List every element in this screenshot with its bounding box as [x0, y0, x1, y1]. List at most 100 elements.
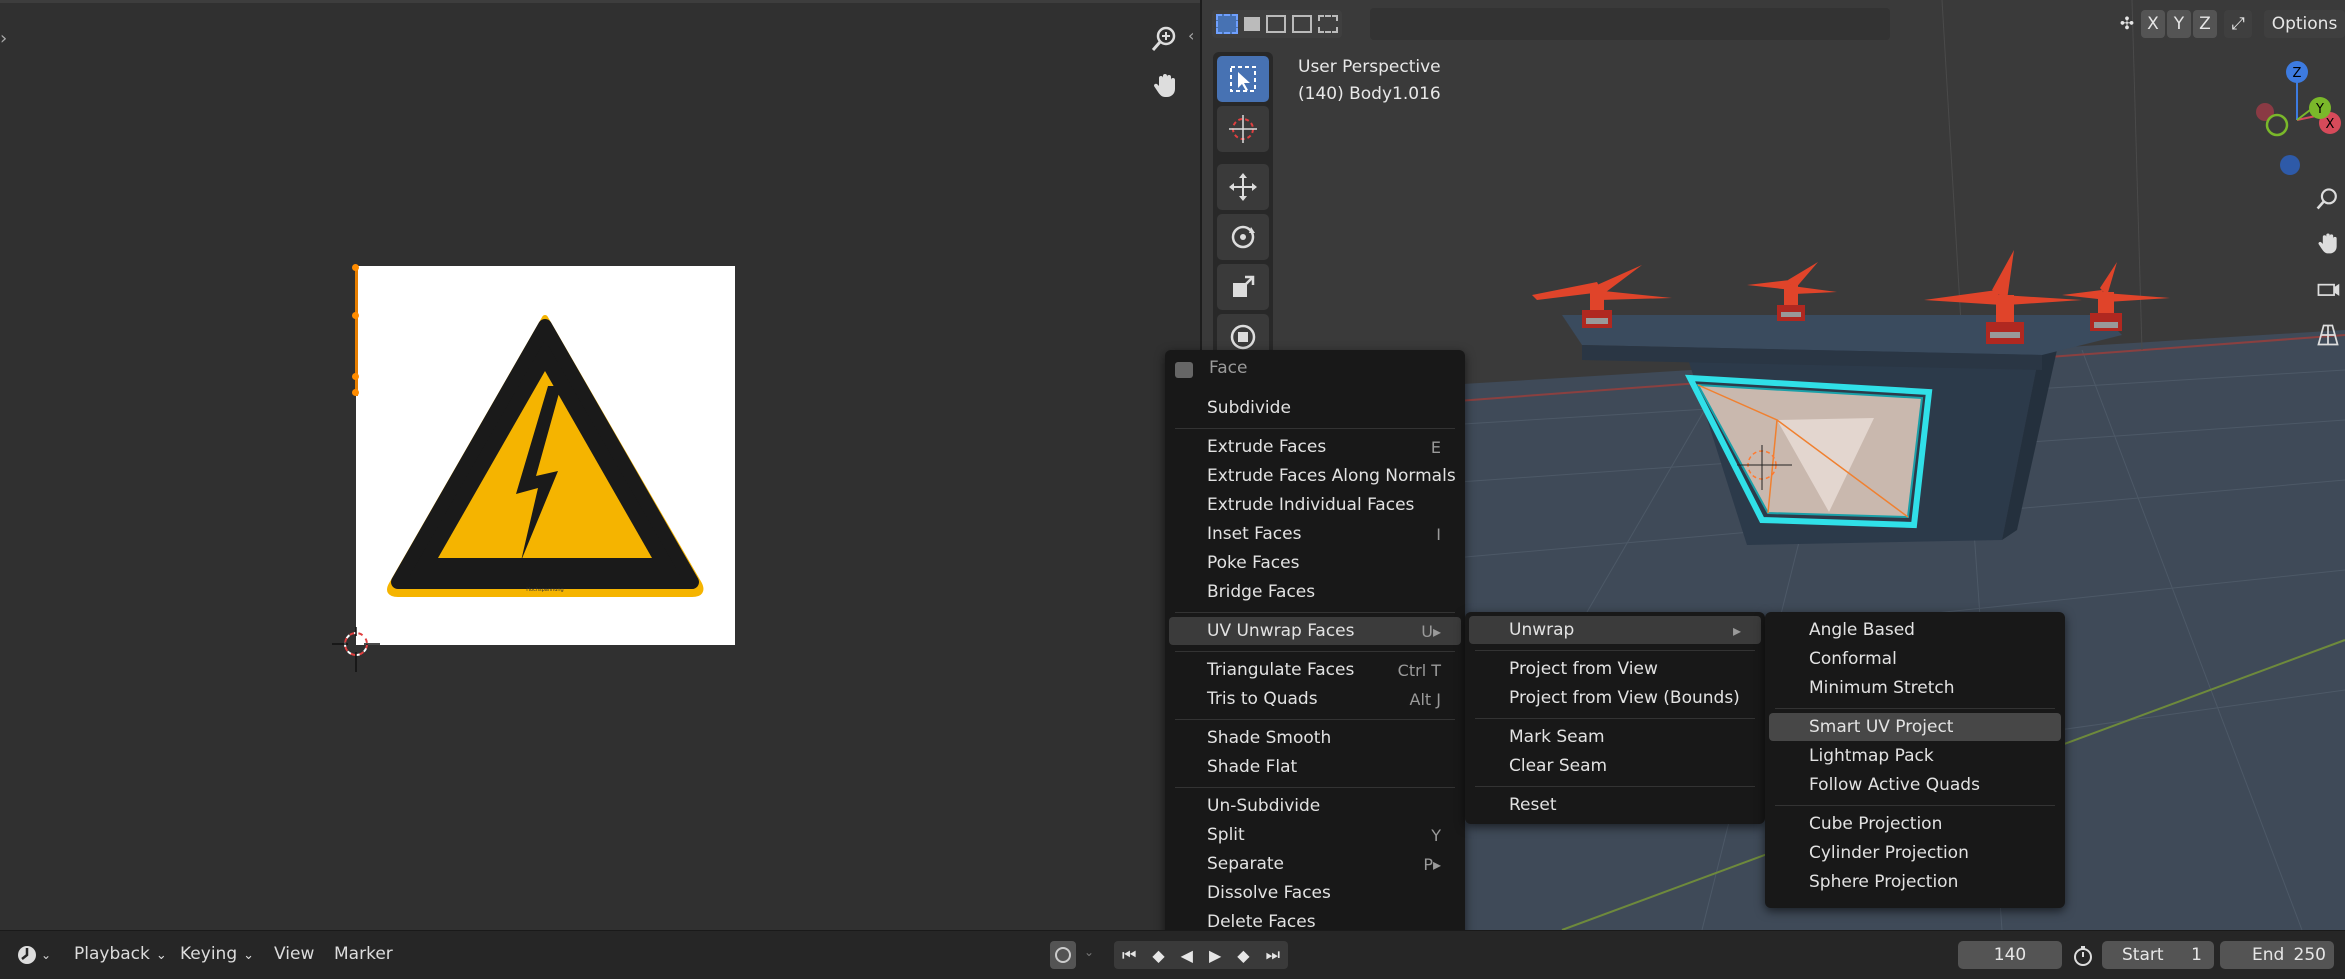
menu-item-reset[interactable]: Reset: [1469, 791, 1761, 819]
select-subtract-icon[interactable]: [1266, 15, 1286, 33]
menu-item-cylinder-projection[interactable]: Cylinder Projection: [1769, 839, 2061, 867]
perspective-label: User Perspective: [1298, 57, 1441, 77]
play-reverse-icon[interactable]: ◀: [1181, 946, 1193, 965]
prev-keyframe-icon[interactable]: ◆: [1152, 946, 1164, 965]
cursor-tool[interactable]: [1217, 106, 1269, 152]
item-label: Shade Flat: [1207, 757, 1298, 777]
pan-hand-icon[interactable]: [1144, 64, 1186, 106]
select-mode-group[interactable]: [1212, 10, 1342, 38]
uv-editor[interactable]: › ‹ Hochspannung: [0, 0, 1200, 930]
menu-item-cube-projection[interactable]: Cube Projection: [1769, 810, 2061, 838]
select-box-icon[interactable]: [1216, 14, 1238, 34]
menu-item-separate[interactable]: Separate P▸: [1169, 850, 1461, 878]
next-keyframe-icon[interactable]: ◆: [1237, 946, 1249, 965]
select-extend-icon[interactable]: [1244, 17, 1260, 31]
marker-menu[interactable]: Marker: [334, 944, 393, 964]
separator: [1475, 718, 1755, 719]
mirror-z-toggle[interactable]: Z: [2193, 10, 2217, 38]
gizmo-z-label: Z: [2293, 66, 2302, 81]
item-label: Bridge Faces: [1207, 582, 1316, 602]
gizmo-y-label: Y: [2315, 102, 2324, 117]
item-label: Angle Based: [1809, 620, 1915, 640]
menu-item-split[interactable]: Split Y: [1169, 821, 1461, 849]
zoom-icon[interactable]: [2310, 178, 2345, 220]
mirror-y-toggle[interactable]: Y: [2167, 10, 2191, 38]
jump-end-icon[interactable]: ⏭: [1266, 945, 1280, 965]
item-label: Clear Seam: [1509, 756, 1608, 776]
menu-item-conformal[interactable]: Conformal: [1769, 645, 2061, 673]
item-label: Separate: [1207, 854, 1284, 874]
sign-caption: Hochspannung: [526, 587, 563, 593]
menu-item-sphere-projection[interactable]: Sphere Projection: [1769, 868, 2061, 896]
select-intersect-icon[interactable]: [1318, 15, 1338, 33]
menu-item-poke-faces[interactable]: Poke Faces: [1169, 549, 1461, 577]
menu-item-extrude-individual[interactable]: Extrude Individual Faces: [1169, 491, 1461, 519]
menu-item-mark-seam[interactable]: Mark Seam: [1469, 723, 1761, 751]
view-menu[interactable]: View: [274, 944, 314, 964]
navigation-gizmo[interactable]: Z X Y: [2242, 55, 2345, 185]
item-label: Extrude Faces: [1207, 437, 1327, 457]
rotate-tool[interactable]: [1217, 214, 1269, 260]
menu-item-project-from-view-bounds[interactable]: Project from View (Bounds): [1469, 684, 1761, 712]
uv-unwrap-submenu: Unwrap ▸ Project from View Project from V…: [1465, 612, 1765, 824]
item-label: Mark Seam: [1509, 727, 1605, 747]
uv-vertex[interactable]: [352, 312, 359, 319]
menu-item-shade-flat[interactable]: Shade Flat: [1169, 753, 1461, 781]
select-invert-icon[interactable]: [1292, 15, 1312, 33]
item-label: Subdivide: [1207, 398, 1291, 418]
item-label: Dissolve Faces: [1207, 883, 1331, 903]
menu-item-bridge-faces[interactable]: Bridge Faces: [1169, 578, 1461, 606]
menu-item-smart-uv-project[interactable]: Smart UV Project: [1769, 713, 2061, 741]
camera-icon[interactable]: [2310, 268, 2345, 310]
grid-view-icon[interactable]: [2310, 314, 2345, 356]
end-frame-field[interactable]: End 250: [2220, 941, 2334, 969]
menu-item-subdivide[interactable]: Subdivide: [1169, 394, 1461, 422]
menu-item-project-from-view[interactable]: Project from View: [1469, 655, 1761, 683]
menu-item-clear-seam[interactable]: Clear Seam: [1469, 752, 1761, 780]
pan-hand-icon[interactable]: [2310, 222, 2345, 264]
menu-item-minimum-stretch[interactable]: Minimum Stretch: [1769, 674, 2061, 702]
menu-item-lightmap-pack[interactable]: Lightmap Pack: [1769, 742, 2061, 770]
jump-start-icon[interactable]: ⏮: [1122, 945, 1136, 965]
keying-menu[interactable]: Keying ⌄: [180, 944, 254, 964]
timeline-header: ⌄ Playback ⌄ Keying ⌄ View Marker ⌄ ⏮ ◆ ◀ …: [0, 930, 2345, 979]
stopwatch-icon[interactable]: [2070, 943, 2096, 969]
move-tool[interactable]: [1217, 164, 1269, 210]
menu-item-follow-active-quads[interactable]: Follow Active Quads: [1769, 771, 2061, 799]
item-shortcut: I: [1436, 524, 1441, 544]
play-icon[interactable]: ▶: [1209, 946, 1221, 965]
item-label: Reset: [1509, 795, 1557, 815]
menu-item-shade-smooth[interactable]: Shade Smooth: [1169, 724, 1461, 752]
menu-item-extrude-along-normals[interactable]: Extrude Faces Along Normals: [1169, 462, 1461, 490]
menu-item-unwrap[interactable]: Unwrap ▸: [1469, 616, 1761, 644]
menu-item-inset-faces[interactable]: Inset Faces I: [1169, 520, 1461, 548]
uv-vertex[interactable]: [352, 373, 359, 380]
zoom-icon[interactable]: [1144, 18, 1186, 60]
snap-icon[interactable]: ⤢: [2224, 10, 2252, 38]
menu-item-dissolve-faces[interactable]: Dissolve Faces: [1169, 879, 1461, 907]
start-frame-field[interactable]: Start 1: [2102, 941, 2214, 969]
select-box-tool[interactable]: [1217, 56, 1269, 102]
menu-item-angle-based[interactable]: Angle Based: [1769, 616, 2061, 644]
collapse-arrow-icon[interactable]: ‹: [1188, 26, 1194, 45]
auto-key-toggle[interactable]: [1050, 941, 1076, 969]
separator: [1175, 651, 1455, 652]
current-frame-field[interactable]: 140: [1958, 941, 2062, 969]
chevron-down-icon[interactable]: ⌄: [1084, 945, 1094, 959]
menu-item-uv-unwrap-faces[interactable]: UV Unwrap Faces U▸: [1169, 617, 1461, 645]
editor-type-icon[interactable]: ⌄: [16, 941, 56, 969]
uv-vertex[interactable]: [352, 389, 359, 396]
menu-item-triangulate-faces[interactable]: Triangulate Faces Ctrl T: [1169, 656, 1461, 684]
options-dropdown[interactable]: Options: [2264, 10, 2345, 38]
menu-item-tris-to-quads[interactable]: Tris to Quads Alt J: [1169, 685, 1461, 713]
uv-vertex[interactable]: [352, 264, 359, 271]
menu-item-extrude-faces[interactable]: Extrude Faces E: [1169, 433, 1461, 461]
mirror-x-toggle[interactable]: X: [2141, 10, 2165, 38]
scale-tool[interactable]: [1217, 264, 1269, 310]
2d-cursor-icon: [332, 627, 380, 672]
item-label: Follow Active Quads: [1809, 775, 1980, 795]
menu-item-un-subdivide[interactable]: Un-Subdivide: [1169, 792, 1461, 820]
sidebar-toggle-icon[interactable]: ›: [0, 28, 7, 49]
chevron-down-icon: ⌄: [155, 948, 167, 963]
playback-menu[interactable]: Playback ⌄: [74, 944, 167, 964]
